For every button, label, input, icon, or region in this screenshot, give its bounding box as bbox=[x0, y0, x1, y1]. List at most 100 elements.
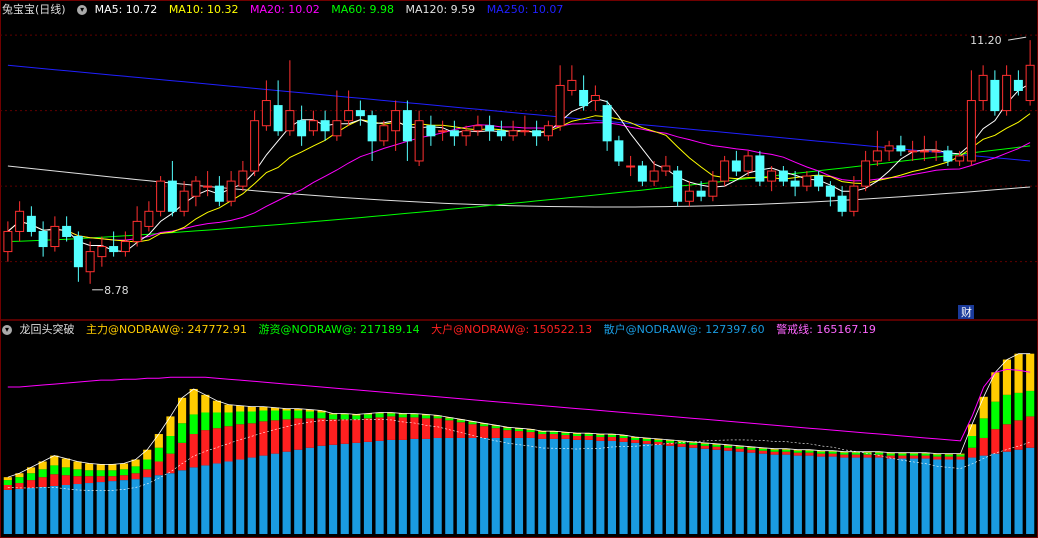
retail-bar bbox=[642, 443, 651, 534]
retail-bar bbox=[410, 438, 419, 534]
candle-body bbox=[755, 155, 765, 182]
candle-body bbox=[955, 155, 965, 162]
candle-body bbox=[778, 170, 788, 182]
retail-bar bbox=[979, 455, 988, 534]
candle-body bbox=[261, 100, 271, 127]
hot-bar bbox=[642, 438, 651, 441]
big-bar bbox=[154, 461, 163, 476]
main-bar bbox=[224, 404, 233, 413]
retail-bar bbox=[468, 437, 477, 534]
hot-bar bbox=[143, 459, 152, 470]
retail-bar bbox=[898, 458, 907, 534]
big-bar bbox=[607, 436, 617, 441]
retail-bar bbox=[549, 438, 558, 534]
candle-body bbox=[144, 210, 154, 227]
candle-body bbox=[1025, 64, 1035, 102]
retail-bar bbox=[387, 439, 396, 534]
big-bar bbox=[259, 421, 268, 456]
big-holder-label: 大户@NODRAW@: 150522.13 bbox=[431, 323, 593, 336]
hot-bar bbox=[305, 411, 314, 419]
hot-bar bbox=[514, 429, 524, 432]
hot-bar bbox=[224, 412, 233, 427]
main-bar bbox=[979, 396, 988, 419]
candle-body bbox=[978, 74, 988, 102]
big-bar bbox=[143, 469, 152, 478]
retail-bar bbox=[61, 485, 70, 534]
candle-body bbox=[414, 120, 424, 162]
hot-bar bbox=[259, 410, 268, 422]
retail-bar bbox=[909, 458, 919, 534]
retail-bar bbox=[108, 481, 117, 534]
hot-bar bbox=[456, 420, 465, 423]
hot-bar bbox=[61, 467, 70, 476]
retail-bar bbox=[445, 437, 454, 534]
hot-bar bbox=[212, 412, 221, 429]
retail-bar bbox=[224, 461, 233, 534]
candle-body bbox=[214, 185, 224, 202]
main-force-label: 主力@NODRAW@: 247772.91 bbox=[86, 323, 248, 336]
hot-bar bbox=[596, 435, 605, 437]
finance-marker: 财 bbox=[961, 305, 972, 319]
candle-body bbox=[132, 220, 142, 243]
toggle-icon[interactable]: ▾ bbox=[2, 325, 12, 335]
candle-body bbox=[543, 125, 553, 137]
hot-bar bbox=[352, 415, 361, 420]
hot-bar bbox=[421, 415, 431, 419]
candle-body bbox=[15, 210, 25, 232]
big-bar bbox=[398, 417, 407, 440]
big-bar bbox=[909, 455, 919, 459]
big-bar bbox=[747, 449, 756, 453]
big-bar bbox=[514, 431, 524, 438]
candle-body bbox=[579, 89, 589, 107]
hot-bar bbox=[724, 445, 733, 448]
toggle-icon[interactable]: ▾ bbox=[77, 5, 88, 15]
hot-bar bbox=[886, 453, 895, 456]
big-bar bbox=[851, 454, 860, 458]
hot-bar bbox=[898, 453, 907, 456]
main-bar bbox=[1002, 359, 1012, 395]
hot-money-label: 游资@NODRAW@: 217189.14 bbox=[258, 323, 420, 336]
hot-bar bbox=[991, 401, 1000, 430]
retail-bar bbox=[421, 438, 431, 534]
hot-bar bbox=[573, 434, 582, 436]
candle-body bbox=[473, 125, 483, 132]
main-bar bbox=[178, 397, 187, 424]
hot-bar bbox=[387, 413, 396, 417]
retail-bar bbox=[526, 437, 535, 534]
main-bar bbox=[143, 449, 152, 460]
candle-body bbox=[767, 170, 777, 182]
big-bar bbox=[468, 424, 477, 438]
hot-bar bbox=[96, 470, 105, 477]
hot-bar bbox=[979, 418, 988, 438]
hot-bar bbox=[607, 435, 617, 437]
retail-bar bbox=[270, 453, 280, 534]
candle-body bbox=[355, 110, 365, 117]
retail-bar bbox=[329, 444, 338, 534]
hot-bar bbox=[247, 411, 256, 424]
hot-bar bbox=[131, 466, 140, 474]
hot-bar bbox=[189, 414, 198, 435]
candle-body bbox=[626, 165, 636, 168]
big-bar bbox=[119, 475, 129, 481]
retail-bar bbox=[828, 456, 837, 534]
high-price-label: 11.20 bbox=[970, 34, 1002, 47]
big-bar bbox=[108, 476, 117, 482]
candle-body bbox=[3, 230, 13, 253]
retail-bar bbox=[631, 442, 640, 534]
big-bar bbox=[212, 428, 221, 464]
big-bar bbox=[863, 454, 872, 458]
warning-line-label: 警戒线: 165167.19 bbox=[776, 323, 876, 336]
hot-bar bbox=[735, 446, 744, 449]
candle-body bbox=[120, 241, 130, 253]
hot-bar bbox=[665, 440, 675, 443]
candle-body bbox=[332, 120, 342, 137]
big-bar bbox=[700, 445, 709, 449]
ma5-line bbox=[7, 82, 1031, 253]
indicator-title: 龙回头突破 bbox=[19, 323, 75, 336]
hot-bar bbox=[828, 451, 837, 454]
hot-bar bbox=[445, 418, 454, 421]
big-bar bbox=[410, 417, 419, 439]
candle-body bbox=[308, 120, 318, 132]
candle-body bbox=[731, 160, 741, 172]
candle-body bbox=[884, 145, 894, 152]
